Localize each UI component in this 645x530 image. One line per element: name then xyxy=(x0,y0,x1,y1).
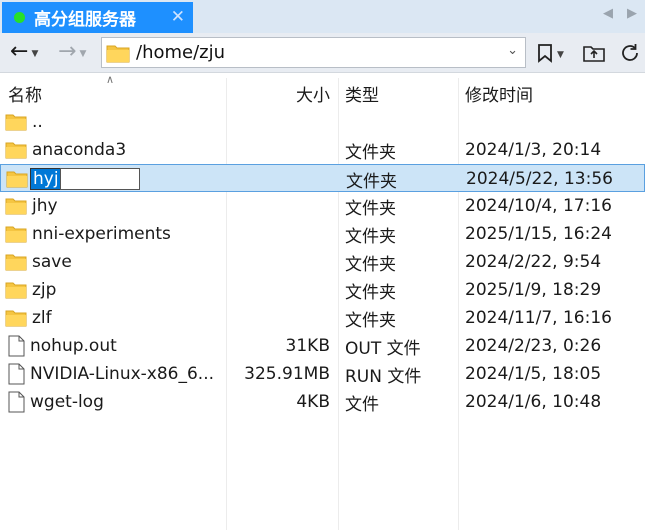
file-name-cell[interactable]: zlf xyxy=(5,304,52,332)
forward-button[interactable]: → ▼ xyxy=(58,39,86,65)
file-type: 文件夹 xyxy=(345,142,396,163)
file-size: 31KB xyxy=(285,336,330,356)
folder-icon xyxy=(5,282,27,299)
file-modified: 2024/5/22, 13:56 xyxy=(466,169,613,189)
file-name-cell[interactable]: zjp xyxy=(5,276,56,304)
folder-icon xyxy=(106,45,130,62)
file-row[interactable]: .. xyxy=(0,108,645,136)
file-name: save xyxy=(32,252,72,272)
folder-up-icon xyxy=(583,46,605,62)
folder-icon xyxy=(5,254,27,271)
file-row[interactable]: save 文件夹 2024/2/22, 9:54 xyxy=(0,248,645,276)
sort-ascending-icon: ∧ xyxy=(106,73,115,86)
file-name-cell[interactable]: nohup.out xyxy=(5,332,117,360)
file-name: jhy xyxy=(32,196,58,216)
column-header-row: ∧ 名称 大小 类型 修改时间 xyxy=(0,73,645,108)
file-modified: 2024/2/23, 0:26 xyxy=(465,336,602,356)
column-header-name[interactable]: 名称 xyxy=(8,78,42,108)
tab-strip: 高分组服务器 ✕ ◀ ▶ xyxy=(0,0,645,33)
file-name-cell[interactable]: .. xyxy=(5,108,43,136)
file-name: wget-log xyxy=(30,392,104,412)
file-modified: 2024/1/6, 10:48 xyxy=(465,392,602,412)
file-modified: 2024/10/4, 17:16 xyxy=(465,196,612,216)
file-row[interactable]: nni-experiments 文件夹 2025/1/15, 16:24 xyxy=(0,220,645,248)
forward-dropdown-icon[interactable]: ▼ xyxy=(79,49,86,59)
folder-icon xyxy=(5,114,27,131)
file-type: OUT 文件 xyxy=(345,338,421,359)
file-size: 4KB xyxy=(296,392,330,412)
folder-icon xyxy=(5,142,27,159)
file-type: 文件夹 xyxy=(345,310,396,331)
folder-icon xyxy=(5,226,27,243)
tab-server[interactable]: 高分组服务器 ✕ xyxy=(2,2,193,33)
file-row[interactable]: hyj 文件夹 2024/5/22, 13:56 xyxy=(0,164,645,192)
file-size: 325.91MB xyxy=(244,364,330,384)
file-name-cell[interactable]: anaconda3 xyxy=(5,136,126,164)
folder-icon xyxy=(5,310,27,327)
file-type: 文件 xyxy=(345,394,379,415)
folder-icon xyxy=(6,171,28,188)
file-icon xyxy=(8,335,25,357)
file-row[interactable]: anaconda3 文件夹 2024/1/3, 20:14 xyxy=(0,136,645,164)
connection-status-dot xyxy=(14,12,25,23)
file-name: NVIDIA-Linux-x86_6... xyxy=(30,364,215,384)
bookmark-icon xyxy=(538,44,552,63)
tab-title: 高分组服务器 xyxy=(34,10,136,30)
file-modified: 2024/1/3, 20:14 xyxy=(465,140,602,160)
file-modified: 2024/11/7, 16:16 xyxy=(465,308,612,328)
file-row[interactable]: nohup.out 31KB OUT 文件 2024/2/23, 0:26 xyxy=(0,332,645,360)
path-history-dropdown-icon[interactable]: ⌄ xyxy=(507,43,518,58)
path-input[interactable]: /home/zju ⌄ xyxy=(101,37,526,68)
file-modified: 2025/1/15, 16:24 xyxy=(465,224,612,244)
folder-icon xyxy=(5,198,27,215)
file-name-cell[interactable]: save xyxy=(5,248,72,276)
refresh-icon xyxy=(622,44,638,61)
back-dropdown-icon[interactable]: ▼ xyxy=(31,49,38,59)
refresh-button[interactable] xyxy=(619,40,641,66)
file-modified: 2024/1/5, 18:05 xyxy=(465,364,602,384)
tab-scroll-right-icon[interactable]: ▶ xyxy=(627,6,637,21)
file-name-cell[interactable]: jhy xyxy=(5,192,58,220)
column-header-modified[interactable]: 修改时间 xyxy=(465,78,533,108)
toolbar: ← ▼ → ▼ /home/zju ⌄ ▼ xyxy=(0,33,645,73)
file-type: 文件夹 xyxy=(345,282,396,303)
file-row[interactable]: wget-log 4KB 文件 2024/1/6, 10:48 xyxy=(0,388,645,416)
column-header-type[interactable]: 类型 xyxy=(345,78,379,108)
forward-arrow-icon: → xyxy=(58,39,77,64)
file-type: 文件夹 xyxy=(345,198,396,219)
rename-selected-text[interactable]: hyj xyxy=(30,168,62,190)
file-row[interactable]: jhy 文件夹 2024/10/4, 17:16 xyxy=(0,192,645,220)
file-name-cell[interactable]: wget-log xyxy=(5,388,104,416)
file-type: 文件夹 xyxy=(346,171,397,192)
file-name: nni-experiments xyxy=(32,224,171,244)
bookmark-button[interactable]: ▼ xyxy=(536,40,564,66)
file-name: zjp xyxy=(32,280,57,300)
file-name-cell[interactable]: hyj xyxy=(6,165,140,193)
file-icon xyxy=(8,391,25,413)
file-name-cell[interactable]: nni-experiments xyxy=(5,220,171,248)
new-folder-button[interactable] xyxy=(582,40,606,66)
file-modified: 2024/2/22, 9:54 xyxy=(465,252,602,272)
file-icon xyxy=(8,363,25,385)
file-name: zlf xyxy=(32,308,52,328)
file-name: anaconda3 xyxy=(32,140,127,160)
file-name: .. xyxy=(32,112,43,132)
back-arrow-icon: ← xyxy=(10,39,29,64)
file-name: nohup.out xyxy=(30,336,117,356)
back-button[interactable]: ← ▼ xyxy=(10,39,38,65)
bookmark-dropdown-icon[interactable]: ▼ xyxy=(557,50,564,60)
file-type: RUN 文件 xyxy=(345,366,422,387)
file-row[interactable]: zlf 文件夹 2024/11/7, 16:16 xyxy=(0,304,645,332)
tab-close-button[interactable]: ✕ xyxy=(171,7,185,27)
file-type: 文件夹 xyxy=(345,254,396,275)
file-row[interactable]: NVIDIA-Linux-x86_6... 325.91MB RUN 文件 2024/… xyxy=(0,360,645,388)
file-row[interactable]: zjp 文件夹 2025/1/9, 18:29 xyxy=(0,276,645,304)
file-modified: 2025/1/9, 18:29 xyxy=(465,280,602,300)
file-name-cell[interactable]: NVIDIA-Linux-x86_6... xyxy=(5,360,214,388)
tab-scroll-left-icon[interactable]: ◀ xyxy=(603,6,613,21)
path-text: /home/zju xyxy=(136,42,226,63)
file-type: 文件夹 xyxy=(345,226,396,247)
rename-input[interactable] xyxy=(59,168,140,190)
column-header-size[interactable]: 大小 xyxy=(296,78,330,108)
